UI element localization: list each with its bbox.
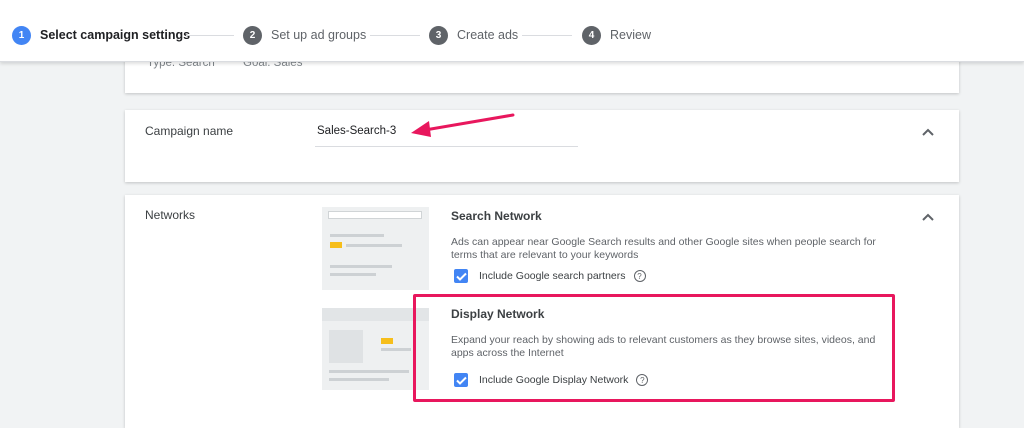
campaign-name-label: Campaign name — [145, 124, 234, 138]
campaign-name-input[interactable]: Sales-Search-3 — [317, 125, 396, 137]
networks-label: Networks — [145, 208, 196, 222]
step-connector — [186, 35, 234, 36]
step-number: 4 — [582, 25, 601, 45]
step-connector — [522, 35, 572, 36]
display-network-highlight — [413, 294, 895, 402]
result-line — [330, 265, 392, 268]
annotation-arrow — [411, 113, 515, 137]
campaign-name-card: Campaign name Sales-Search-3 — [125, 110, 959, 182]
search-network-title: Search Network — [451, 209, 542, 223]
step-number: 2 — [243, 25, 262, 45]
step-set-up-ad-groups[interactable]: 2 Set up ad groups — [243, 24, 366, 46]
search-bar-shape — [328, 211, 422, 219]
search-partners-label: Include Google search partners — [479, 270, 626, 282]
result-line — [330, 234, 384, 237]
result-line — [346, 244, 402, 247]
chevron-up-icon[interactable] — [921, 212, 935, 222]
campaign-name-underline — [315, 146, 578, 147]
chevron-up-icon[interactable] — [921, 127, 935, 137]
result-line — [330, 273, 376, 276]
step-label: Create ads — [457, 28, 519, 42]
step-number: 1 — [12, 25, 31, 45]
search-network-illustration — [322, 207, 429, 290]
campaign-stepper: 1 Select campaign settings 2 Set up ad g… — [0, 0, 1024, 62]
step-create-ads[interactable]: 3 Create ads — [429, 24, 518, 46]
help-icon[interactable]: ? — [633, 270, 646, 282]
step-connector — [370, 35, 420, 36]
step-label: Review — [610, 28, 651, 42]
ad-marker — [330, 242, 342, 248]
result-line — [329, 378, 389, 381]
step-review[interactable]: 4 Review — [582, 24, 651, 46]
result-line — [381, 348, 411, 351]
image-block-shape — [329, 330, 363, 363]
search-partners-checkbox[interactable] — [454, 269, 468, 283]
search-partners-checkbox-row[interactable]: Include Google search partners ? — [454, 269, 646, 283]
search-network-description: Ads can appear near Google Search result… — [451, 236, 876, 261]
check-icon — [455, 272, 467, 281]
result-line — [329, 370, 409, 373]
step-select-campaign-settings[interactable]: 1 Select campaign settings — [12, 24, 190, 46]
ad-marker — [381, 338, 393, 344]
step-label: Select campaign settings — [40, 28, 191, 42]
step-number: 3 — [429, 25, 448, 45]
step-label: Set up ad groups — [271, 28, 367, 42]
